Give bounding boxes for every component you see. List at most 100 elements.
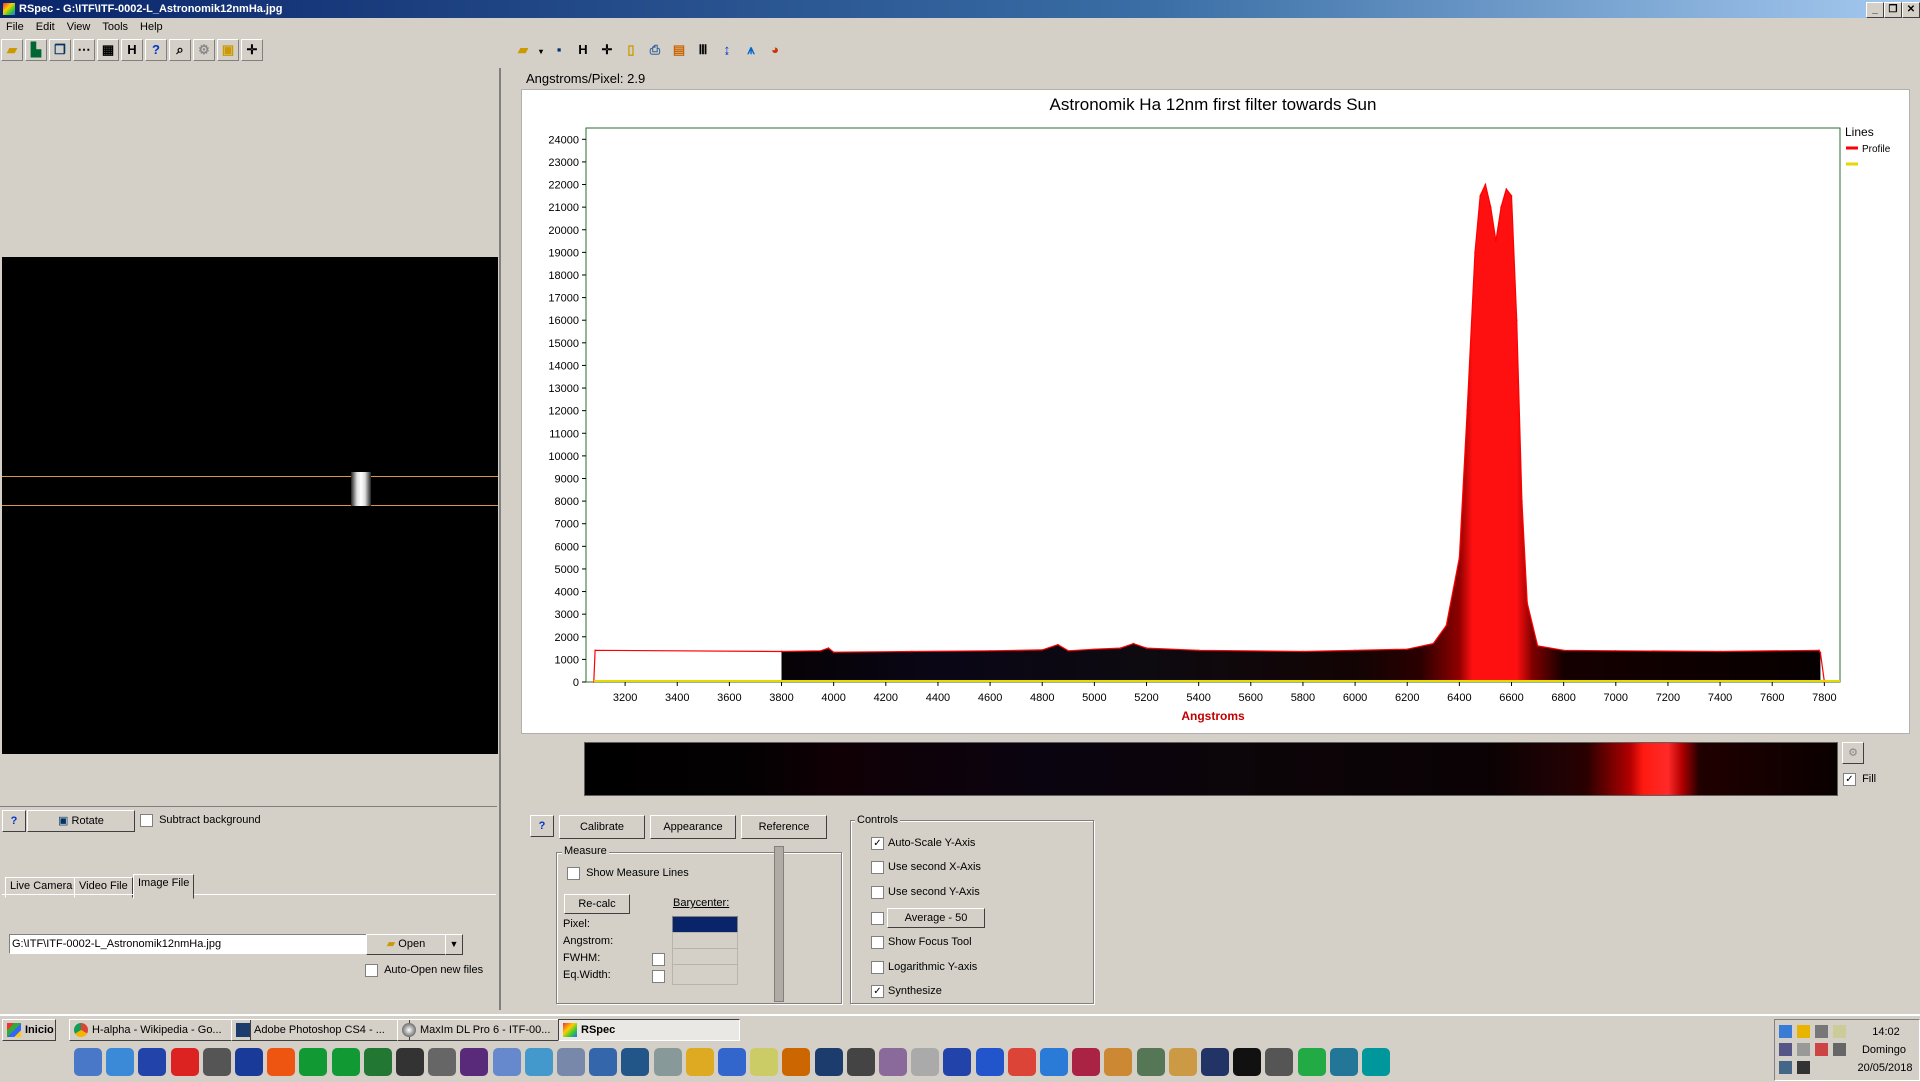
book-icon[interactable] (524, 1048, 553, 1076)
task-maxim[interactable]: MaxIm DL Pro 6 - ITF-00... (397, 1019, 577, 1041)
tools-icon[interactable] (750, 1048, 779, 1076)
rotate-button[interactable]: ▣ Rotate (27, 810, 135, 832)
box-icon[interactable] (492, 1048, 521, 1076)
recalc-button[interactable]: Re-calc (564, 894, 630, 914)
bars-icon[interactable]: Ⅲ (692, 39, 714, 61)
eqwidth-checkbox[interactable] (652, 970, 665, 983)
grid-icon[interactable]: ▦ (97, 39, 119, 61)
minimize-button[interactable]: _ (1866, 2, 1884, 18)
monitor-tray-icon[interactable] (1779, 1043, 1792, 1056)
print-icon[interactable]: ⎙ (644, 39, 666, 61)
histogram-icon[interactable]: ▙ (25, 39, 47, 61)
spectrum-image-view[interactable] (2, 257, 498, 754)
open-folder-icon[interactable]: ▰ (512, 39, 534, 61)
task-photoshop[interactable]: Adobe Photoshop CS4 - ... (231, 1019, 410, 1041)
lightbulb-icon[interactable] (1833, 1025, 1846, 1038)
focus-tool-box[interactable] (871, 936, 884, 949)
fill-checkbox[interactable]: ✓ Fill (1843, 773, 1876, 786)
dots-icon[interactable]: ⋯ (73, 39, 95, 61)
stellarium-icon[interactable] (235, 1048, 263, 1076)
display-tray-icon[interactable] (1779, 1061, 1792, 1074)
shield-icon[interactable] (1297, 1048, 1326, 1076)
autoscale-box[interactable]: ✓ (871, 837, 884, 850)
network-icon[interactable] (1779, 1025, 1792, 1038)
satellite2-icon[interactable] (911, 1048, 940, 1076)
play-icon[interactable] (267, 1048, 296, 1076)
h-icon[interactable]: H (121, 39, 143, 61)
title-bar[interactable]: RSpec - G:\ITF\ITF-0002-L_Astronomik12nm… (0, 0, 1920, 18)
zoom-icon[interactable]: ⌕ (169, 39, 191, 61)
usb-icon[interactable] (1797, 1043, 1810, 1056)
open-button[interactable]: ▰ Open (366, 934, 446, 955)
task-chrome[interactable]: H-alpha - Wikipedia - Go... (69, 1019, 251, 1041)
fwhm-value-field[interactable] (672, 948, 738, 965)
open-folder-icon[interactable]: ▰ (1, 39, 23, 61)
show-measure-lines-box[interactable] (567, 867, 580, 880)
show-measure-lines-checkbox[interactable]: Show Measure Lines (567, 867, 689, 880)
strip-settings-button[interactable]: ⚙ (1842, 742, 1864, 764)
subtract-background-checkbox[interactable]: Subtract background (140, 814, 261, 827)
log-y-box[interactable] (871, 961, 884, 974)
maximize-button[interactable]: ❐ (1884, 2, 1902, 18)
bowtie2-icon[interactable] (331, 1048, 360, 1076)
menu-tools[interactable]: Tools (96, 18, 134, 33)
sscro-icon[interactable] (138, 1048, 167, 1076)
layers-icon[interactable]: ▣ (217, 39, 239, 61)
vertical-measure-icon[interactable]: ↨ (716, 39, 738, 61)
log-y-checkbox[interactable]: Logarithmic Y-axis (871, 961, 977, 974)
terminal-icon[interactable] (1265, 1048, 1294, 1076)
winstars-icon[interactable] (170, 1048, 199, 1076)
help-button[interactable]: ? (2, 810, 26, 832)
info-icon[interactable] (621, 1048, 650, 1076)
average-button[interactable]: Average - 50 (887, 908, 985, 928)
time-sync-icon[interactable] (1797, 1061, 1810, 1074)
media-icon[interactable] (718, 1048, 746, 1076)
crosshair-icon[interactable]: ✛ (241, 39, 263, 61)
globe-icon[interactable] (975, 1048, 1004, 1076)
menu-edit[interactable]: Edit (30, 18, 61, 33)
fan-icon[interactable] (1233, 1048, 1262, 1076)
help-button-right[interactable]: ? (530, 815, 554, 837)
synthesize-box[interactable]: ✓ (871, 985, 884, 998)
second-x-box[interactable] (871, 861, 884, 874)
auto-open-checkbox[interactable]: Auto-Open new files (365, 964, 483, 977)
measure-scrollbar[interactable] (774, 846, 784, 1002)
reference-button[interactable]: Reference (741, 815, 827, 839)
monitor-icon[interactable] (1136, 1048, 1165, 1076)
chart-icon[interactable] (1104, 1048, 1133, 1076)
tab-image-file[interactable]: Image File (133, 874, 195, 899)
profile-series-line[interactable] (593, 182, 1825, 683)
dropdown-arrow-icon[interactable]: ▾ (536, 41, 546, 63)
fwhm-checkbox[interactable] (652, 953, 665, 966)
help-icon[interactable]: ? (145, 39, 167, 61)
bowtie-icon[interactable] (299, 1048, 328, 1076)
pycharm-icon[interactable] (1329, 1048, 1358, 1076)
crosshair-icon[interactable]: ✛ (596, 39, 618, 61)
windows-stack-icon[interactable]: ❐ (49, 39, 71, 61)
arduino-icon[interactable] (1362, 1048, 1390, 1076)
color-wheel-icon[interactable]: ◕ (764, 39, 786, 61)
camera-icon[interactable] (846, 1048, 875, 1076)
spectrum-icon[interactable] (1201, 1048, 1229, 1076)
chrome-icon[interactable] (1007, 1048, 1036, 1076)
eqwidth-value-field[interactable] (672, 964, 738, 985)
menu-help[interactable]: Help (134, 18, 169, 33)
export-icon[interactable]: ▤ (668, 39, 690, 61)
average-checkbox[interactable] (871, 912, 884, 925)
disc-icon[interactable] (653, 1048, 682, 1076)
roi-bottom-line[interactable] (2, 505, 498, 506)
auto-open-box[interactable] (365, 964, 378, 977)
subtract-background-box[interactable] (140, 814, 153, 827)
ie-icon[interactable] (1040, 1048, 1068, 1076)
open-dropdown-button[interactable]: ▼ (445, 934, 463, 955)
tube-icon[interactable] (879, 1048, 907, 1076)
synthesize-checkbox[interactable]: ✓ Synthesize (871, 985, 942, 998)
task-rspec[interactable]: RSpec (558, 1019, 740, 1041)
file-path-input[interactable]: G:\ITF\ITF-0002-L_Astronomik12nmHa.jpg (9, 934, 369, 954)
close-button[interactable]: ✕ (1902, 2, 1920, 18)
roi-top-line[interactable] (2, 476, 498, 477)
satellite-icon[interactable] (202, 1048, 231, 1076)
spectrum-chart[interactable]: Astronomik Ha 12nm first filter towards … (522, 90, 1909, 733)
security-icon[interactable] (1797, 1025, 1810, 1038)
satellite-tray-icon[interactable] (1815, 1025, 1828, 1038)
